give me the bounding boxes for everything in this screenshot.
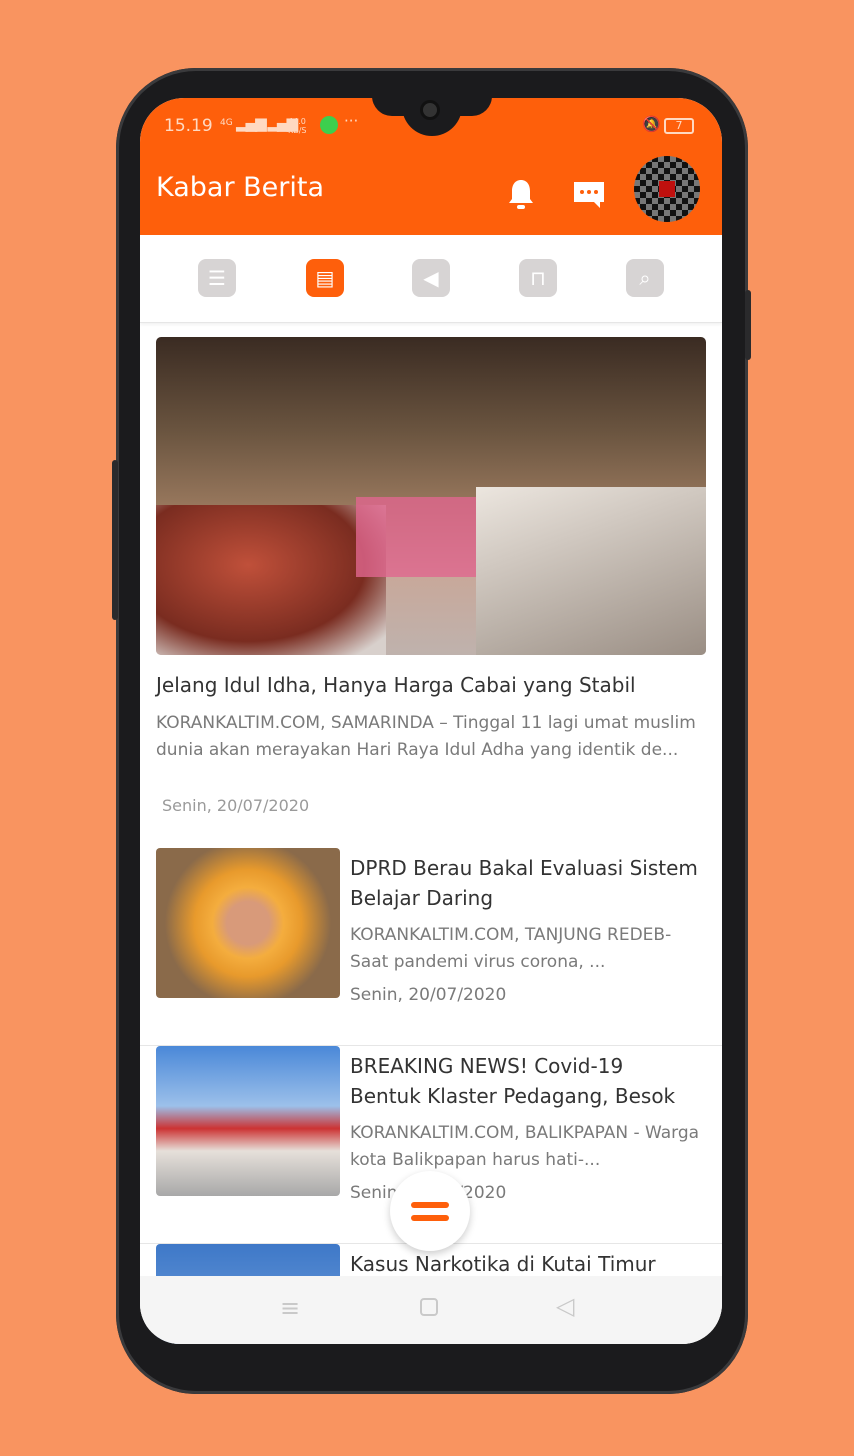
- tab-search[interactable]: ⌕: [626, 259, 664, 297]
- news-icon: ▤: [315, 266, 335, 290]
- battery-icon: 7: [664, 118, 694, 134]
- bell-icon[interactable]: [506, 178, 536, 212]
- featured-title[interactable]: Jelang Idul Idha, Hanya Harga Cabai yang…: [156, 673, 636, 697]
- tab-desk[interactable]: ⊓: [519, 259, 557, 297]
- page-title: Kabar Berita: [156, 172, 325, 203]
- home-icon[interactable]: [420, 1298, 438, 1316]
- megaphone-icon: ◀: [423, 266, 439, 290]
- search-icon: ⌕: [639, 266, 651, 290]
- app-bar: 15.19 4G ▂▄▆ ▂▄▆ 44.0 KB/S ··· 🔕 7 Kabar…: [140, 98, 722, 235]
- camera: [420, 100, 440, 120]
- tab-news[interactable]: ▤: [306, 259, 344, 297]
- article-title: Kasus Narkotika di Kutai Timur: [350, 1252, 656, 1276]
- article-excerpt: KORANKALTIM.COM, TANJUNG REDEB- Saat pan…: [350, 925, 672, 972]
- article-item[interactable]: DPRD Berau Bakal Evaluasi Sistem Belajar…: [140, 848, 722, 1046]
- status-network: 4G: [220, 118, 233, 128]
- recents-icon[interactable]: ≡: [280, 1294, 300, 1322]
- featured-excerpt: KORANKALTIM.COM, SAMARINDA – Tinggal 11 …: [156, 713, 696, 760]
- system-nav-bar: ≡ ◁: [140, 1276, 722, 1344]
- tab-list[interactable]: ☰: [198, 259, 236, 297]
- list-icon: ☰: [208, 266, 226, 290]
- article-excerpt: KORANKALTIM.COM, BALIKPAPAN - Warga kota…: [350, 1123, 700, 1170]
- article-thumbnail: [156, 1046, 340, 1196]
- chat-icon[interactable]: [572, 180, 606, 210]
- menu-fab[interactable]: [390, 1171, 470, 1251]
- avatar[interactable]: [634, 156, 700, 222]
- status-speed: 44.0 KB/S: [288, 117, 307, 135]
- tab-announcement[interactable]: ◀: [412, 259, 450, 297]
- article-thumbnail: [156, 848, 340, 998]
- screen: 15.19 4G ▂▄▆ ▂▄▆ 44.0 KB/S ··· 🔕 7 Kabar…: [140, 98, 722, 1344]
- status-time: 15.19: [164, 116, 213, 136]
- category-tabs: ☰ ▤ ◀ ⊓ ⌕: [140, 235, 722, 323]
- volume-button: [112, 460, 118, 620]
- avatar-image: [659, 181, 675, 197]
- more-icon: ···: [344, 112, 359, 130]
- back-icon[interactable]: ◁: [556, 1292, 574, 1320]
- mute-icon: 🔕: [642, 115, 661, 133]
- article-title: DPRD Berau Bakal Evaluasi Sistem Belajar…: [350, 856, 698, 910]
- power-button: [745, 290, 751, 360]
- menu-icon: [411, 1201, 449, 1208]
- featured-image[interactable]: [156, 337, 706, 655]
- whatsapp-icon: [320, 116, 338, 134]
- article-date: Senin, 20/07/2020: [350, 985, 507, 1005]
- signal-icon: ▂▄▆ ▂▄▆: [236, 114, 298, 132]
- desk-icon: ⊓: [530, 266, 546, 290]
- featured-date: Senin, 20/07/2020: [162, 796, 310, 815]
- article-title: BREAKING NEWS! Covid-19 Bentuk Klaster P…: [350, 1054, 676, 1108]
